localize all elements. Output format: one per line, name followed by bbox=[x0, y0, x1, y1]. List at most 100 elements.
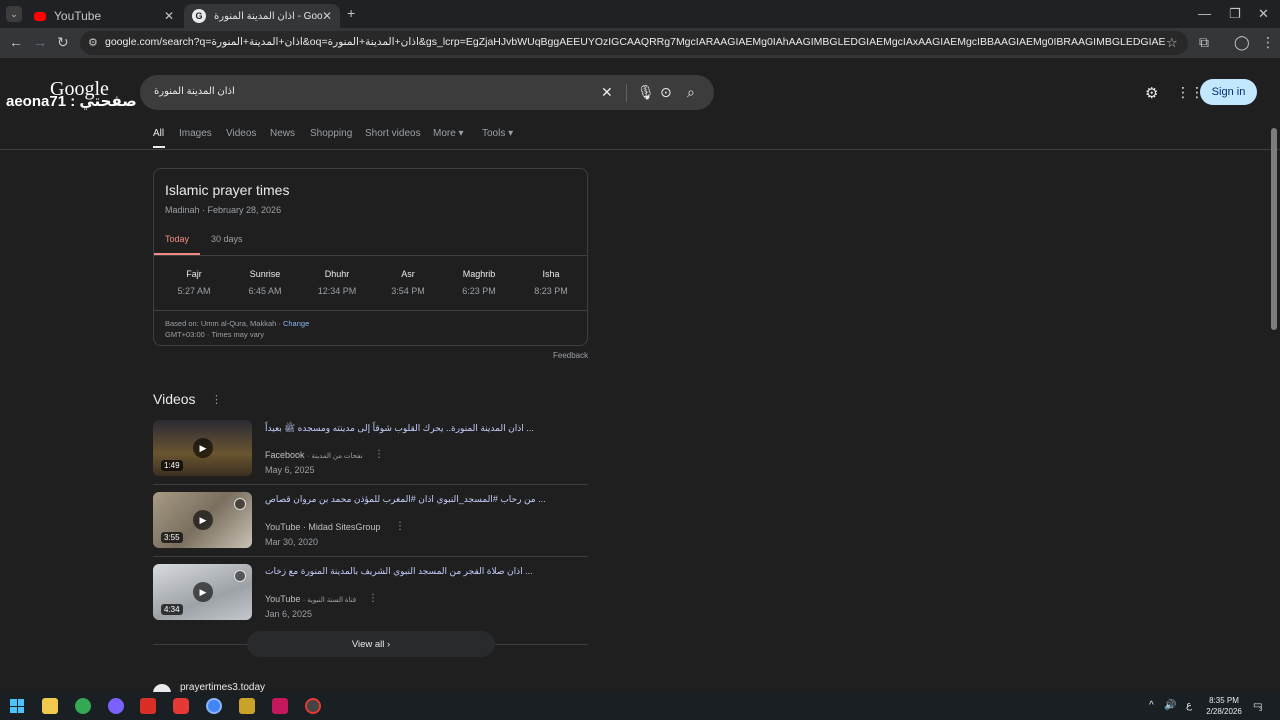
calculation-method: Based on: Umm al-Qura, Makkah · Change bbox=[165, 319, 309, 328]
sign-in-button[interactable]: Sign in bbox=[1200, 79, 1257, 105]
search-box[interactable]: اذان المدينة المنورة ✕ 🎙 ⊙ ⌕ bbox=[140, 75, 714, 110]
app-icon[interactable] bbox=[239, 698, 255, 714]
video-divider bbox=[153, 556, 588, 557]
prayer-times-card: Islamic prayer times Madinah · February … bbox=[153, 168, 588, 346]
new-tab-button[interactable]: + bbox=[347, 5, 355, 21]
notification-count: 3 bbox=[1259, 707, 1263, 713]
video-thumbnail[interactable]: ▶ 3:55 bbox=[153, 492, 252, 548]
tab-today[interactable]: Today bbox=[165, 234, 189, 244]
play-icon[interactable]: ▶ bbox=[193, 510, 213, 530]
play-icon[interactable]: ▶ bbox=[193, 582, 213, 602]
video-source-name: Facebook bbox=[265, 450, 305, 460]
video-result[interactable]: ▶ 4:34 اذان صلاة الفجر من المسجد النبوي … bbox=[153, 564, 588, 636]
more-options-icon[interactable]: ⋮ bbox=[368, 593, 378, 604]
file-explorer-icon[interactable] bbox=[42, 698, 58, 714]
header-divider bbox=[0, 149, 1280, 150]
video-thumbnail[interactable]: ▶ 1:49 bbox=[153, 420, 252, 476]
app-icon[interactable] bbox=[305, 698, 321, 714]
video-source: YouTube · Midad SitesGroup bbox=[265, 522, 380, 532]
filter-tab-videos[interactable]: Videos bbox=[226, 128, 256, 139]
app-icon[interactable] bbox=[140, 698, 156, 714]
tab-title: YouTube bbox=[54, 9, 102, 23]
youtube-icon bbox=[34, 11, 46, 21]
app-icon[interactable] bbox=[108, 698, 124, 714]
filter-tab-more[interactable]: More ▾ bbox=[433, 128, 464, 139]
more-options-icon[interactable]: ⋮ bbox=[395, 521, 405, 532]
reload-icon[interactable]: ↻ bbox=[57, 34, 69, 51]
more-options-icon[interactable]: ⋮ bbox=[211, 393, 222, 406]
video-date: Jan 6, 2025 bbox=[265, 609, 313, 619]
forward-icon[interactable]: → bbox=[33, 34, 47, 50]
tab-search-button[interactable]: ⌄ bbox=[6, 6, 22, 22]
back-icon[interactable]: ← bbox=[9, 34, 23, 50]
close-window-icon[interactable]: ✕ bbox=[1258, 6, 1269, 22]
filter-tab-tools[interactable]: Tools ▾ bbox=[482, 128, 513, 139]
address-url[interactable]: google.com/search?q=اذان+المدينة+المنورة… bbox=[105, 36, 1165, 48]
restore-icon[interactable]: ❐ bbox=[1229, 6, 1241, 22]
video-divider bbox=[153, 484, 588, 485]
result-site-name[interactable]: prayertimes3.today bbox=[180, 682, 265, 692]
external-icon bbox=[234, 570, 246, 582]
video-source-name: YouTube bbox=[265, 522, 301, 532]
video-source: Facebook · نفحات من المدينة bbox=[265, 450, 363, 460]
prayer-name: Asr bbox=[401, 269, 415, 279]
prayer-maghrib: Maghrib 6:23 PM bbox=[443, 269, 515, 296]
input-language[interactable]: ع bbox=[1186, 700, 1192, 711]
windows-start-icon[interactable] bbox=[10, 699, 24, 713]
more-options-icon[interactable]: ⋮ bbox=[374, 449, 384, 460]
card-divider bbox=[154, 255, 587, 256]
timezone-note: GMT+03:00 · Times may vary bbox=[165, 330, 264, 339]
taskbar-clock[interactable]: 8:35 PM 2/28/2026 bbox=[1200, 695, 1248, 717]
video-channel: · نفحات من المدينة bbox=[307, 453, 363, 460]
video-result[interactable]: ▶ 1:49 اذان المدينة المنورة.. يحرك القلو… bbox=[153, 420, 588, 492]
play-icon[interactable]: ▶ bbox=[193, 438, 213, 458]
page-scrollbar[interactable] bbox=[1271, 128, 1277, 330]
speaker-icon[interactable]: 🔊 bbox=[1164, 700, 1176, 711]
profile-icon[interactable]: ◯ bbox=[1234, 34, 1250, 51]
video-result[interactable]: ▶ 3:55 من رحاب #المسجد_النبوي اذان #المغ… bbox=[153, 492, 588, 564]
close-icon[interactable]: ✕ bbox=[322, 9, 332, 23]
google-logo[interactable]: Google aeona71 : صفحتي bbox=[6, 78, 137, 110]
chrome-icon[interactable] bbox=[75, 698, 91, 714]
filter-tab-all[interactable]: All bbox=[153, 128, 164, 139]
search-input[interactable]: اذان المدينة المنورة bbox=[154, 86, 235, 97]
prayer-time: 3:54 PM bbox=[391, 286, 425, 296]
search-icon[interactable]: ⌕ bbox=[687, 84, 695, 101]
tab-google-search[interactable]: G اذان المدينة المنورة - Google Search ✕ bbox=[184, 4, 340, 28]
video-date: Mar 30, 2020 bbox=[265, 537, 319, 547]
filter-tab-news[interactable]: News bbox=[270, 128, 295, 139]
video-title[interactable]: اذان صلاة الفجر من المسجد النبوي الشريف … bbox=[265, 566, 533, 577]
video-thumbnail[interactable]: ▶ 4:34 bbox=[153, 564, 252, 620]
search-divider bbox=[626, 84, 627, 102]
view-all-button[interactable]: View all › bbox=[247, 631, 495, 657]
clear-icon[interactable]: ✕ bbox=[601, 84, 613, 101]
mic-icon[interactable]: 🎙 bbox=[637, 84, 655, 101]
tab-30-days[interactable]: 30 days bbox=[211, 234, 243, 244]
tab-youtube[interactable]: YouTube ✕ bbox=[26, 4, 182, 28]
video-title[interactable]: اذان المدينة المنورة.. يحرك القلوب شوقاً… bbox=[265, 422, 534, 436]
browser-toolbar: ← → ↻ ⚙ google.com/search?q=اذان+المدينة… bbox=[0, 28, 1280, 58]
close-icon[interactable]: ✕ bbox=[164, 9, 174, 23]
change-method-link[interactable]: Change bbox=[283, 319, 309, 328]
prayer-name: Dhuhr bbox=[324, 269, 350, 279]
address-bar[interactable]: ⚙ google.com/search?q=اذان+المدينة+المنو… bbox=[80, 31, 1188, 55]
settings-gear-icon[interactable]: ⚙ bbox=[1145, 84, 1158, 102]
filter-tab-images[interactable]: Images bbox=[179, 128, 212, 139]
app-icon[interactable] bbox=[272, 698, 288, 714]
site-info-icon[interactable]: ⚙ bbox=[88, 36, 98, 49]
bookmark-star-icon[interactable]: ☆ bbox=[1166, 35, 1178, 51]
video-title[interactable]: من رحاب #المسجد_النبوي اذان #المغرب للمؤ… bbox=[265, 494, 546, 505]
feedback-link[interactable]: Feedback bbox=[553, 351, 588, 360]
menu-dots-icon[interactable]: ⋮ bbox=[1261, 34, 1275, 51]
video-duration: 4:34 bbox=[161, 604, 183, 615]
lens-icon[interactable]: ⊙ bbox=[660, 84, 672, 101]
card-divider bbox=[154, 310, 587, 311]
filter-tab-shopping[interactable]: Shopping bbox=[310, 128, 352, 139]
extensions-icon[interactable]: ⧉ bbox=[1199, 34, 1209, 51]
chrome-active-icon[interactable] bbox=[206, 698, 222, 714]
tray-chevron-icon[interactable]: ^ bbox=[1149, 700, 1154, 711]
app-icon[interactable] bbox=[173, 698, 189, 714]
minimize-icon[interactable]: — bbox=[1198, 6, 1211, 21]
filter-tab-short-videos[interactable]: Short videos bbox=[365, 128, 421, 139]
prayer-asr: Asr 3:54 PM bbox=[372, 269, 444, 296]
